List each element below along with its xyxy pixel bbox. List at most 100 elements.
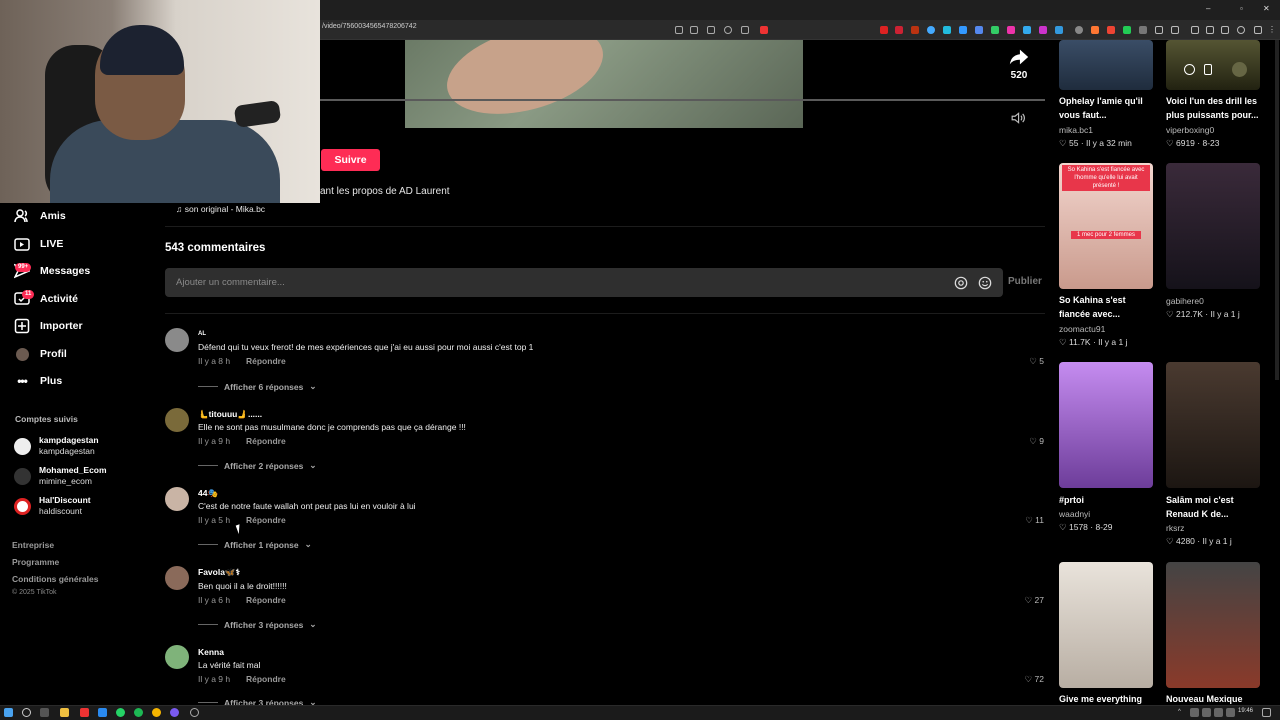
comment-username[interactable]: Kenna: [198, 647, 224, 657]
notification-icon[interactable]: [1262, 708, 1271, 717]
show-replies-button[interactable]: Afficher 3 réponses ⌄: [198, 619, 317, 630]
show-replies-button[interactable]: Afficher 1 réponse ⌄: [198, 539, 312, 550]
tray-icon[interactable]: [1202, 708, 1211, 717]
related-video-thumbnail[interactable]: [1166, 163, 1260, 289]
file-explorer-icon[interactable]: [60, 708, 69, 717]
avatar[interactable]: [165, 328, 189, 352]
wifi-icon[interactable]: [1214, 708, 1223, 717]
followed-account[interactable]: Mohamed_Ecom mimine_ecom: [14, 465, 107, 487]
extension-icon[interactable]: [1139, 26, 1147, 34]
avatar[interactable]: [165, 487, 189, 511]
chrome-icon[interactable]: [152, 708, 161, 717]
reply-button[interactable]: Répondre: [246, 356, 286, 366]
related-video-thumbnail[interactable]: [1059, 562, 1153, 688]
comment-username[interactable]: 44🎭: [198, 488, 218, 499]
video-progress-bar[interactable]: [320, 99, 1045, 101]
extension-icon[interactable]: [927, 26, 935, 34]
comment-like-button[interactable]: ♡ 5: [1000, 356, 1044, 367]
url-text[interactable]: /video/7560034565478206742: [322, 23, 417, 30]
maximize-button[interactable]: ▫: [1240, 4, 1243, 13]
extension-icon[interactable]: [1023, 26, 1031, 34]
post-comment-button[interactable]: Publier: [1008, 276, 1042, 287]
related-video-title[interactable]: Ophelay l'amie qu'il vous faut...: [1059, 95, 1153, 122]
extension-icon[interactable]: [760, 26, 768, 34]
related-video-author[interactable]: viperboxing0: [1166, 125, 1214, 135]
task-view-icon[interactable]: [40, 708, 49, 717]
sound-link[interactable]: ♫ son original - Mika.bc: [176, 204, 265, 214]
comment-like-button[interactable]: ♡ 9: [1000, 436, 1044, 447]
related-video-thumbnail[interactable]: [1059, 362, 1153, 488]
reply-button[interactable]: Répondre: [246, 674, 286, 684]
related-video-thumbnail[interactable]: [1166, 562, 1260, 688]
extension-icon[interactable]: [975, 26, 983, 34]
tray-icon[interactable]: [1190, 708, 1199, 717]
close-window-button[interactable]: ✕: [1263, 4, 1270, 13]
related-video-title[interactable]: Salām moi c'est Renaud K de...: [1166, 494, 1260, 521]
related-video-thumbnail[interactable]: So Kahina s'est fiancée avec l'homme qu'…: [1059, 163, 1153, 289]
address-bar[interactable]: [320, 20, 1280, 40]
related-video-thumbnail[interactable]: [1059, 40, 1153, 90]
volume-icon[interactable]: [1226, 708, 1235, 717]
footer-link-conditions[interactable]: Conditions générales: [12, 574, 98, 584]
followed-account[interactable]: kampdagestan kampdagestan: [14, 435, 99, 457]
chevron-up-icon[interactable]: ^: [1178, 708, 1187, 717]
sidebar-toggle-icon[interactable]: [1206, 26, 1214, 34]
extension-icon[interactable]: [895, 26, 903, 34]
phone-icon[interactable]: [1204, 64, 1212, 75]
sidebar-item-live[interactable]: LIVE: [14, 235, 63, 253]
video-player[interactable]: [405, 40, 803, 128]
sidebar-item-profil[interactable]: Profil: [14, 345, 67, 363]
related-video-author[interactable]: gabihere0: [1166, 296, 1204, 306]
sidebar-item-amis[interactable]: Amis: [14, 207, 66, 225]
share-icon[interactable]: [1008, 46, 1030, 68]
related-video-author[interactable]: zoomactu91: [1059, 324, 1105, 334]
related-video-thumbnail[interactable]: [1166, 40, 1260, 90]
shield-icon[interactable]: [1254, 26, 1262, 34]
read-aloud-icon[interactable]: [707, 26, 715, 34]
extension-icon[interactable]: [959, 26, 967, 34]
spotify-icon[interactable]: [134, 708, 143, 717]
app-icon[interactable]: [170, 708, 179, 717]
mention-icon[interactable]: [954, 276, 968, 290]
sidebar-item-importer[interactable]: Importer: [14, 317, 83, 335]
comment-username[interactable]: Favola🦋⚕: [198, 567, 240, 578]
comment-input[interactable]: [165, 268, 1003, 297]
reply-button[interactable]: Répondre: [246, 515, 286, 525]
zoom-icon[interactable]: [724, 26, 732, 34]
sidebar-item-plus[interactable]: ••• Plus: [14, 372, 62, 390]
related-video-author[interactable]: mika.bc1: [1059, 125, 1093, 135]
extension-icon[interactable]: [1055, 26, 1063, 34]
related-video-title[interactable]: So Kahina s'est fiancée avec...: [1059, 294, 1153, 321]
clock[interactable]: 19:46: [1238, 708, 1253, 714]
extension-icon[interactable]: [1123, 26, 1131, 34]
bookmark-icon[interactable]: [741, 26, 749, 34]
volume-icon[interactable]: [1011, 112, 1025, 124]
show-replies-button[interactable]: Afficher 6 réponses ⌄: [198, 381, 317, 392]
translate-icon[interactable]: [675, 26, 683, 34]
avatar[interactable]: [165, 566, 189, 590]
related-video-author[interactable]: rksrz: [1166, 523, 1184, 533]
comment-like-button[interactable]: ♡ 72: [1000, 674, 1044, 685]
extensions-puzzle-icon[interactable]: [1155, 26, 1163, 34]
extension-icon[interactable]: [1075, 26, 1083, 34]
start-icon[interactable]: [4, 708, 13, 717]
search-icon[interactable]: [22, 708, 31, 717]
related-video-title[interactable]: #prtoi: [1059, 494, 1153, 508]
emoji-icon[interactable]: [978, 276, 992, 290]
profile-avatar-icon[interactable]: [1237, 26, 1245, 34]
extension-icon[interactable]: [911, 26, 919, 34]
reply-button[interactable]: Répondre: [246, 595, 286, 605]
comment-like-button[interactable]: ♡ 11: [1000, 515, 1044, 526]
comment-like-button[interactable]: ♡ 27: [1000, 595, 1044, 606]
related-video-title[interactable]: Voici l'un des drill les plus puissants …: [1166, 95, 1260, 122]
reading-list-icon[interactable]: [1221, 26, 1229, 34]
comment-username[interactable]: 🫷titouuu🫸......: [198, 409, 262, 420]
avatar[interactable]: [165, 645, 189, 669]
extension-icon[interactable]: [1007, 26, 1015, 34]
scrollbar[interactable]: [1275, 40, 1279, 380]
show-replies-button[interactable]: Afficher 2 réponses ⌄: [198, 460, 317, 471]
menu-icon[interactable]: ⋮: [1268, 26, 1276, 34]
extension-icon[interactable]: [1091, 26, 1099, 34]
avatar[interactable]: [1232, 62, 1247, 77]
footer-link-programme[interactable]: Programme: [12, 557, 59, 567]
